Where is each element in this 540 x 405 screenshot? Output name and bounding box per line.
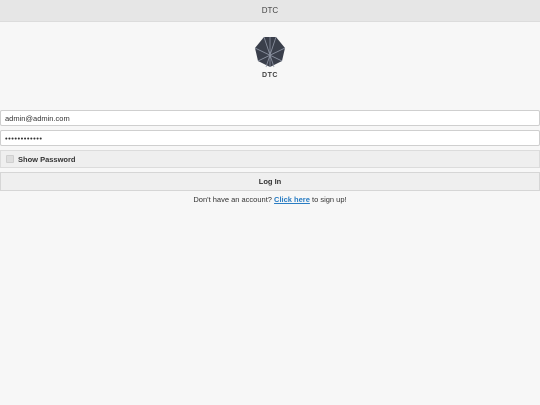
login-button-label: Log In [258, 177, 282, 186]
signup-prefix: Don't have an account? [193, 195, 272, 204]
show-password-toggle[interactable]: Show Password [0, 150, 540, 168]
logo: DTC [0, 36, 540, 79]
signup-link[interactable]: Click here [274, 195, 310, 204]
logo-text: DTC [262, 72, 278, 79]
password-field[interactable] [0, 130, 540, 146]
login-button[interactable]: Log In [0, 172, 540, 191]
window-title: DTC [261, 6, 279, 15]
signup-prompt: Don't have an account? Click here to sig… [0, 195, 540, 204]
email-field[interactable] [0, 110, 540, 126]
title-bar: DTC [0, 0, 540, 22]
hexagon-logo-icon [254, 36, 286, 68]
show-password-checkbox[interactable] [6, 155, 14, 163]
show-password-label: Show Password [18, 154, 76, 164]
signup-suffix: to sign up! [312, 195, 347, 204]
